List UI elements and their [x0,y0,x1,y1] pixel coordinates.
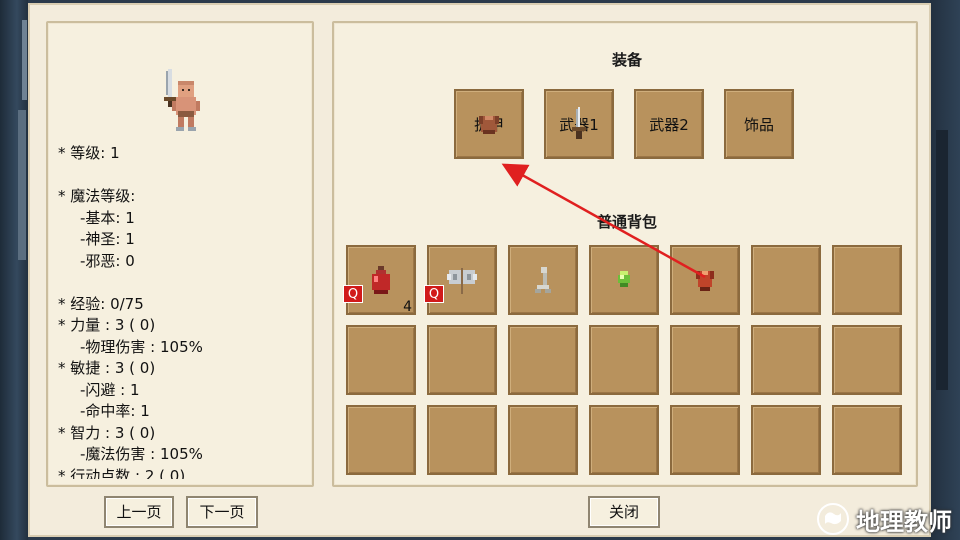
stat-line: -物理伤害 : 105% [80,337,203,356]
equipment-title: 装备 [611,51,642,69]
stat-line: -命中率: 1 [80,402,150,420]
stat-line: -闪避 : 1 [80,380,140,399]
stat-line: * 智力 : 3 ( 0) [58,423,156,442]
stat-line: * 等级: 1 [58,144,120,162]
stats-list: * 等级: 1 * 魔法等级: -基本: 1 -神圣: 1 -邪恶: 0 * 经验: 0/… [58,143,308,479]
bag-slot[interactable] [427,325,497,395]
inventory-dialog: * 等级: 1 * 魔法等级: -基本: 1 -神圣: 1 -邪恶: 0 * 经验: 0/… [28,3,931,537]
stat-line: -神圣: 1 [80,230,135,248]
equip-slot-weapon2[interactable]: 武器2 [634,89,704,159]
prev-page-button[interactable]: 上一页 [104,496,174,528]
equip-slot-label: 饰品 [743,115,774,134]
equip-slot-weapon1[interactable]: 武器1 [544,89,614,159]
stat-line: * 敏捷 : 3 ( 0) [58,359,156,377]
stat-line: * 经验: 0/75 [58,294,144,313]
inventory-panel: 装备 护甲 武器1 武器2 饰品 普通背包 [332,21,918,487]
bag-slot[interactable] [508,405,578,475]
sword-icon [572,107,586,139]
stat-line [58,272,308,294]
green-gem-icon [618,271,630,287]
red-potion-icon [372,266,390,294]
watermark-text: 地理教师 [856,507,952,536]
bag-slot[interactable] [589,245,659,315]
bag-slot[interactable] [832,325,902,395]
bag-slot[interactable]: Q 4 [343,245,416,315]
bag-slot[interactable] [832,405,902,475]
bag-slot[interactable] [346,405,416,475]
character-portrait-icon [164,69,200,131]
equip-slot-armor[interactable]: 护甲 [454,89,524,159]
bag-slot[interactable] [751,245,821,315]
game-world-background-left [0,0,28,540]
close-button[interactable]: 关闭 [588,496,660,528]
equip-slot-accessory[interactable]: 饰品 [724,89,794,159]
bag-slot[interactable] [751,325,821,395]
bag-slot[interactable] [508,325,578,395]
stat-line: * 行动点数 : 2 ( 0) [58,466,186,480]
bag-slot[interactable] [670,405,740,475]
bone-icon [535,267,551,293]
stat-line: -邪恶: 0 [80,251,135,270]
next-page-button[interactable]: 下一页 [186,496,258,528]
quickbar-badge: Q [343,285,363,303]
wall-edge [18,110,26,260]
armor-icon [479,116,499,134]
bag-slot[interactable] [670,325,740,395]
bag-slot[interactable] [589,405,659,475]
bag-slot[interactable] [832,245,902,315]
bag-title: 普通背包 [596,213,657,231]
game-world-background-right [930,0,960,540]
bag-slot[interactable]: Q [424,245,497,315]
bag-slot[interactable] [427,405,497,475]
wall-edge [22,20,27,100]
stat-line: -基本: 1 [80,208,135,227]
equip-slot-label: 武器2 [649,115,689,134]
watermark: 地理教师 [816,502,952,536]
bag-slot[interactable] [589,325,659,395]
bag-slot[interactable] [508,245,578,315]
item-count: 4 [403,299,412,315]
bag-slot[interactable] [346,325,416,395]
stat-line [58,165,308,187]
leather-armor-icon [696,271,714,291]
wall-edge [936,130,948,390]
quickbar-badge: Q [424,285,444,303]
stat-line: -魔法伤害 : 105% [80,445,203,463]
watermark-logo-icon [817,503,849,535]
stat-line: * 魔法等级: [58,187,136,205]
bag-slot[interactable] [670,245,740,315]
stat-line: * 力量 : 3 ( 0) [58,316,156,334]
battle-axe-icon [447,268,477,294]
character-stats-panel: * 等级: 1 * 魔法等级: -基本: 1 -神圣: 1 -邪恶: 0 * 经验: 0/… [46,21,314,487]
bag-slot[interactable] [751,405,821,475]
